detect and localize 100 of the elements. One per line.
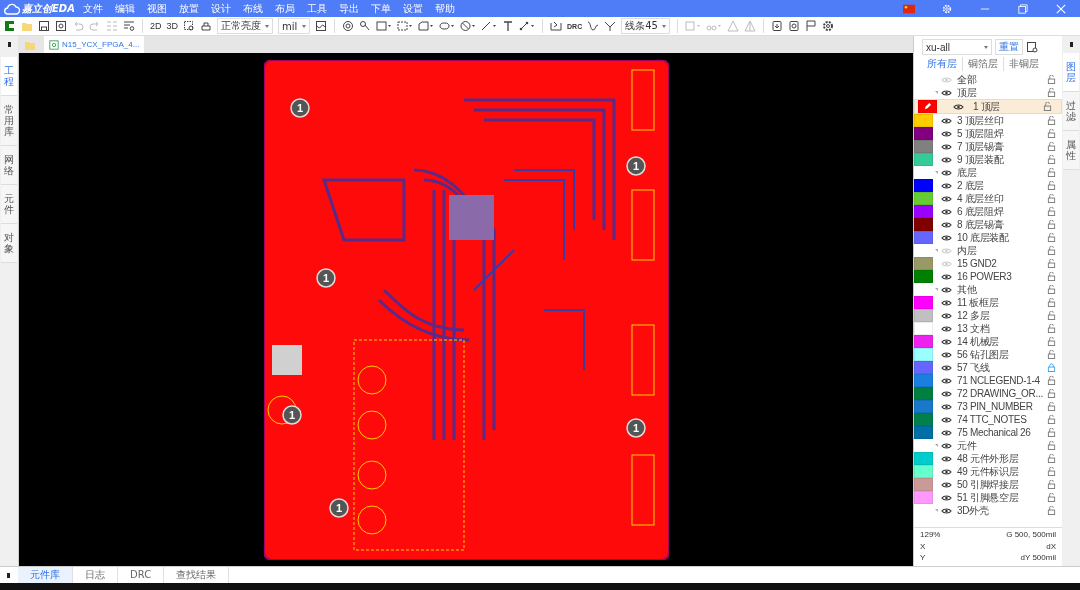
layer-color-swatch[interactable]	[914, 374, 933, 387]
layer-row[interactable]: 11 板框层	[914, 296, 1062, 309]
eye-icon[interactable]	[941, 88, 952, 97]
menu-item[interactable]: 布局	[274, 1, 295, 16]
side-tab[interactable]: 属性	[1063, 131, 1079, 170]
layer-color-swatch[interactable]	[914, 257, 933, 270]
unlocked-icon[interactable]	[1047, 389, 1056, 398]
layer-color-swatch[interactable]	[914, 114, 933, 127]
layer-row[interactable]: 8 底层锡膏	[914, 218, 1062, 231]
branch-route-icon[interactable]	[604, 20, 617, 32]
eye-icon[interactable]	[941, 415, 952, 424]
eye-icon[interactable]	[941, 311, 952, 320]
unlocked-icon[interactable]	[1047, 155, 1056, 164]
layer-filter-tab[interactable]: 所有层	[922, 57, 963, 71]
layer-row[interactable]: 2 底层	[914, 179, 1062, 192]
eye-icon[interactable]	[941, 337, 952, 346]
unlocked-icon[interactable]	[1047, 181, 1056, 190]
layer-row[interactable]: 9 顶层装配	[914, 153, 1062, 166]
layer-color-swatch[interactable]	[914, 361, 933, 374]
expand-toggle-icon[interactable]	[935, 91, 938, 94]
unlocked-icon[interactable]	[1047, 298, 1056, 307]
dimension-icon[interactable]	[519, 20, 536, 32]
unlocked-icon[interactable]	[1047, 116, 1056, 125]
expand-toggle-icon[interactable]	[935, 444, 938, 447]
layer-color-swatch[interactable]	[914, 192, 933, 205]
layer-row[interactable]: 3 顶层丝印	[914, 114, 1062, 127]
unlocked-icon[interactable]	[1047, 480, 1056, 489]
eye-icon[interactable]	[941, 233, 952, 242]
layer-row[interactable]: 10 底层装配	[914, 231, 1062, 244]
export-icon[interactable]	[770, 20, 783, 32]
eye-icon[interactable]	[941, 428, 952, 437]
eye-icon[interactable]	[941, 480, 952, 489]
layer-color-swatch[interactable]	[914, 296, 933, 309]
unlocked-icon[interactable]	[1047, 285, 1056, 294]
unlocked-icon[interactable]	[1047, 454, 1056, 463]
menu-item[interactable]: 放置	[178, 1, 199, 16]
unlocked-icon[interactable]	[1047, 376, 1056, 385]
polygon-tool-icon[interactable]	[418, 20, 435, 32]
unlocked-icon[interactable]	[1047, 402, 1056, 411]
unlocked-icon[interactable]	[1047, 88, 1056, 97]
layer-row[interactable]: 56 钻孔图层	[914, 348, 1062, 361]
eye-icon[interactable]	[941, 207, 952, 216]
expand-toggle-icon[interactable]	[935, 171, 938, 174]
pcb-canvas[interactable]: 1 1 1 1 1 1	[18, 53, 913, 566]
expand-toggle-icon[interactable]	[935, 509, 938, 512]
flag-icon[interactable]	[903, 3, 915, 14]
expand-toggle-icon[interactable]	[935, 249, 938, 252]
side-tab[interactable]: 元件	[1, 185, 17, 224]
eye-icon[interactable]	[941, 220, 952, 229]
settings-icon[interactable]	[821, 20, 834, 32]
menu-item[interactable]: 文件	[82, 1, 103, 16]
layer-row[interactable]: 5 顶层阻焊	[914, 127, 1062, 140]
menu-item[interactable]: 工具	[306, 1, 327, 16]
layer-color-swatch[interactable]	[914, 140, 933, 153]
unlocked-icon[interactable]	[1047, 506, 1056, 515]
layer-color-swatch[interactable]	[914, 465, 933, 478]
ellipse-tool-icon[interactable]	[439, 20, 456, 32]
layer-row[interactable]: 48 元件外形层	[914, 452, 1062, 465]
eye-icon[interactable]	[941, 454, 952, 463]
import-icon[interactable]	[787, 20, 800, 32]
menu-item[interactable]: 视图	[146, 1, 167, 16]
eye-icon[interactable]	[941, 350, 952, 359]
eye-icon[interactable]	[941, 285, 952, 294]
layer-filter-tab[interactable]: 非铜层	[1004, 57, 1044, 71]
brightness-dropdown[interactable]: 正常亮度	[217, 18, 274, 34]
wave-route-icon[interactable]	[587, 20, 600, 32]
expand-toggle-icon[interactable]	[935, 288, 938, 291]
view-3d-button[interactable]: 3D	[166, 21, 179, 31]
menu-item[interactable]: 编辑	[114, 1, 135, 16]
layer-row[interactable]: 75 Mechanical 26	[914, 426, 1062, 439]
layer-row[interactable]: 74 TTC_NOTES	[914, 413, 1062, 426]
collapse-button[interactable]	[1069, 42, 1073, 47]
layer-row[interactable]: 50 引脚焊接层	[914, 478, 1062, 491]
line-tool-icon[interactable]	[481, 20, 498, 32]
via-icon[interactable]	[342, 20, 355, 32]
save-icon[interactable]	[38, 20, 50, 32]
route-icon[interactable]	[550, 20, 563, 32]
side-tab[interactable]: 常用库	[1, 96, 17, 146]
view-2d-button[interactable]: 2D	[150, 21, 162, 31]
layer-color-swatch[interactable]	[914, 218, 933, 231]
eye-icon[interactable]	[941, 168, 952, 177]
unlocked-icon[interactable]	[1047, 467, 1056, 476]
layer-color-swatch[interactable]	[914, 413, 933, 426]
list-search-icon[interactable]	[123, 20, 135, 32]
layer-color-swatch[interactable]	[914, 452, 933, 465]
eye-icon[interactable]	[941, 467, 952, 476]
menu-item[interactable]: 设置	[402, 1, 423, 16]
eye-icon[interactable]	[941, 402, 952, 411]
unlocked-icon[interactable]	[1047, 207, 1056, 216]
menu-item[interactable]: 下单	[370, 1, 391, 16]
unlocked-icon[interactable]	[1047, 194, 1056, 203]
side-tab[interactable]: 过滤	[1063, 92, 1079, 131]
rectangle-tool-icon[interactable]	[376, 20, 393, 32]
menu-item[interactable]: 布线	[242, 1, 263, 16]
layer-color-swatch[interactable]	[914, 205, 933, 218]
reset-button[interactable]: 重置	[995, 39, 1023, 55]
layer-row[interactable]: 57 飞线	[914, 361, 1062, 374]
layer-color-swatch[interactable]	[914, 231, 933, 244]
unlocked-icon[interactable]	[1047, 441, 1056, 450]
close-icon[interactable]	[1055, 3, 1067, 14]
